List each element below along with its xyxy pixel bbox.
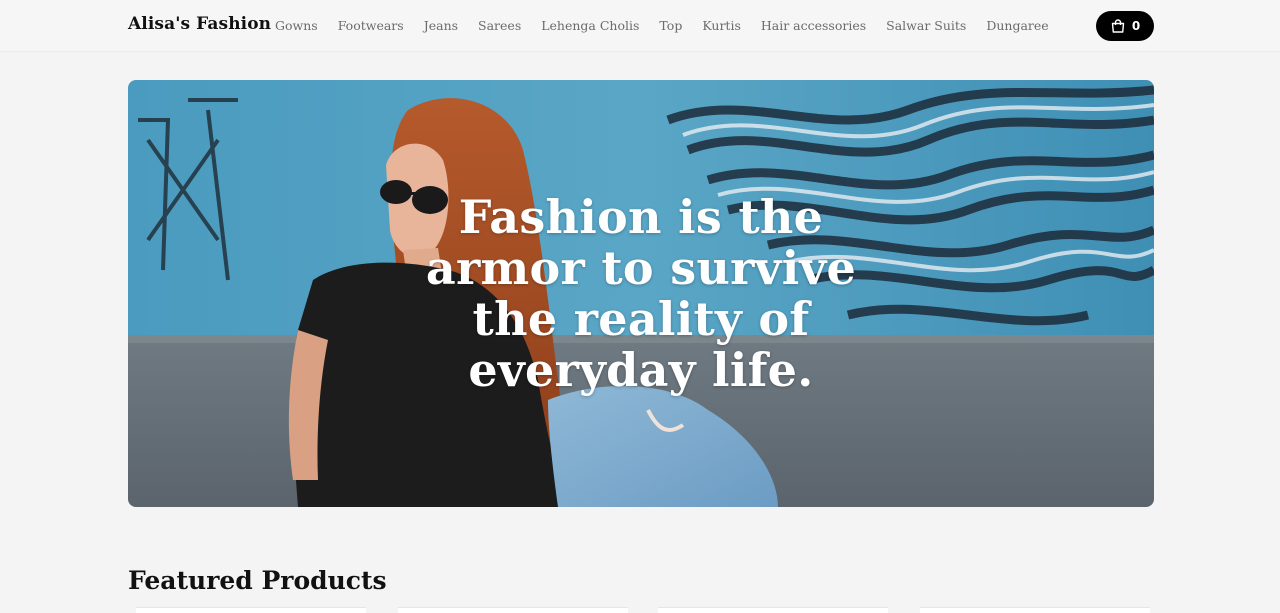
featured-products-title: Featured Products bbox=[128, 566, 387, 595]
nav-item-sarees[interactable]: Sarees bbox=[478, 18, 521, 33]
nav-item-jeans[interactable]: Jeans bbox=[424, 18, 458, 33]
nav-item-hair-accessories[interactable]: Hair accessories bbox=[761, 18, 866, 33]
nav-item-footwears[interactable]: Footwears bbox=[338, 18, 404, 33]
product-card[interactable] bbox=[658, 607, 888, 613]
nav-item-lehenga-cholis[interactable]: Lehenga Cholis bbox=[541, 18, 639, 33]
product-card[interactable] bbox=[398, 607, 628, 613]
shopping-bag-icon bbox=[1111, 19, 1125, 33]
nav-item-gowns[interactable]: Gowns bbox=[275, 18, 318, 33]
nav-item-salwar-suits[interactable]: Salwar Suits bbox=[886, 18, 966, 33]
cart-button[interactable]: 0 bbox=[1096, 11, 1154, 41]
product-card[interactable] bbox=[136, 607, 366, 613]
category-nav: Gowns Footwears Jeans Sarees Lehenga Cho… bbox=[275, 18, 1049, 33]
nav-item-kurtis[interactable]: Kurtis bbox=[702, 18, 741, 33]
brand-logo[interactable]: Alisa's Fashion bbox=[128, 14, 271, 34]
nav-item-dungaree[interactable]: Dungaree bbox=[986, 18, 1048, 33]
hero-headline: Fashion is the armor to survive the real… bbox=[425, 190, 857, 397]
top-navbar: Alisa's Fashion Gowns Footwears Jeans Sa… bbox=[0, 0, 1280, 52]
nav-item-top[interactable]: Top bbox=[659, 18, 682, 33]
cart-count: 0 bbox=[1131, 19, 1141, 33]
product-card[interactable] bbox=[920, 607, 1150, 613]
hero-banner: Fashion is the armor to survive the real… bbox=[128, 80, 1154, 507]
